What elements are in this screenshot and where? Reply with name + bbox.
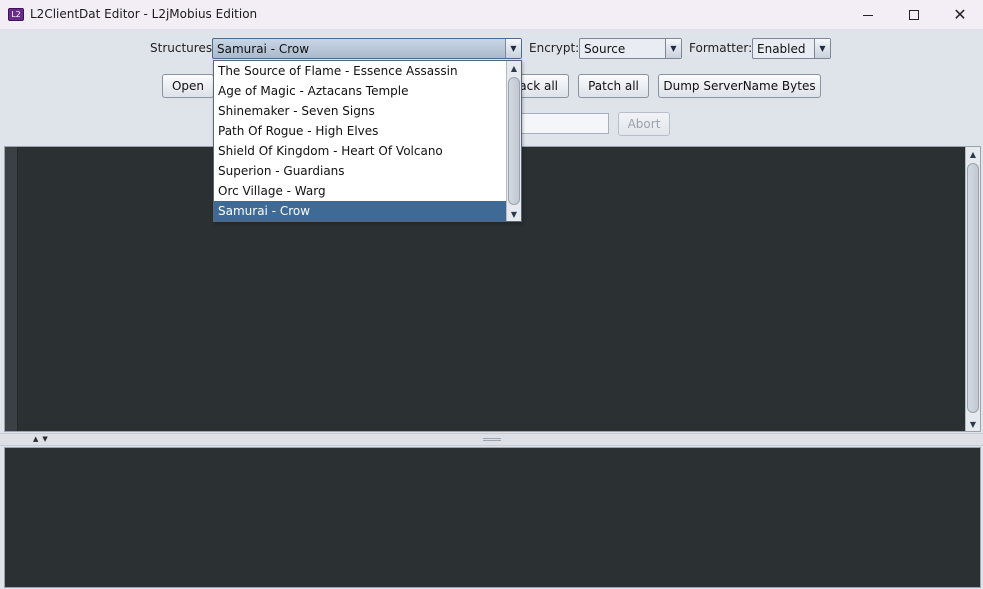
structures-label: Structures — [150, 41, 213, 55]
line-gutter — [5, 147, 18, 431]
maximize-icon — [909, 10, 919, 20]
dropdown-option[interactable]: Orc Village - Warg — [214, 181, 507, 201]
dropdown-scrollbar[interactable]: ▲ ▼ — [506, 61, 521, 221]
scroll-down-icon[interactable]: ▼ — [966, 417, 980, 431]
splitter-grip-icon[interactable] — [483, 438, 501, 441]
scroll-thumb[interactable] — [967, 163, 979, 413]
chevron-down-icon[interactable]: ▼ — [505, 39, 521, 58]
dropdown-option[interactable]: Path Of Rogue - High Elves — [214, 121, 507, 141]
maximize-button[interactable] — [891, 0, 937, 30]
splitter-arrows-icon[interactable]: ▲▼ — [33, 435, 52, 443]
encrypt-selected-value: Source — [584, 42, 626, 56]
dropdown-option[interactable]: Samurai - Crow — [214, 201, 507, 221]
formatter-select[interactable]: Enabled ▼ — [752, 38, 831, 59]
chevron-down-icon[interactable]: ▼ — [665, 39, 681, 58]
log-panel[interactable] — [4, 447, 981, 588]
formatter-label: Formatter: — [689, 41, 753, 55]
dropdown-option[interactable]: Superion - Guardians — [214, 161, 507, 181]
chevron-down-icon[interactable]: ▼ — [814, 39, 830, 58]
dropdown-option[interactable]: Shinemaker - Seven Signs — [214, 101, 507, 121]
scroll-up-icon[interactable]: ▲ — [507, 61, 521, 75]
scroll-down-icon[interactable]: ▼ — [507, 207, 521, 221]
scroll-thumb[interactable] — [508, 77, 520, 205]
scroll-up-icon[interactable]: ▲ — [966, 147, 980, 161]
structures-dropdown-list[interactable]: The Source of Flame - Essence Assassin Ag… — [213, 60, 522, 222]
encrypt-label: Encrypt: — [529, 41, 580, 55]
editor-vertical-scrollbar[interactable]: ▲ ▼ — [965, 147, 980, 431]
minimize-icon — [863, 14, 873, 16]
open-button[interactable]: Open — [162, 74, 214, 98]
dropdown-option[interactable]: Shield Of Kingdom - Heart Of Volcano — [214, 141, 507, 161]
encrypt-select[interactable]: Source ▼ — [579, 38, 682, 59]
formatter-selected-value: Enabled — [757, 42, 806, 56]
dropdown-option[interactable]: The Source of Flame - Essence Assassin — [214, 61, 507, 81]
abort-button[interactable]: Abort — [618, 112, 670, 136]
dropdown-option[interactable]: Age of Magic - Aztacans Temple — [214, 81, 507, 101]
window-title: L2ClientDat Editor - L2jMobius Edition — [30, 7, 258, 21]
structures-select[interactable]: Samurai - Crow ▼ — [212, 38, 522, 59]
minimize-button[interactable] — [845, 0, 891, 30]
close-button[interactable]: ✕ — [937, 0, 983, 30]
structures-options: The Source of Flame - Essence Assassin Ag… — [214, 61, 507, 221]
close-icon: ✕ — [953, 5, 967, 24]
structures-selected-value: Samurai - Crow — [217, 42, 310, 56]
title-bar: L2 L2ClientDat Editor - L2jMobius Editio… — [0, 0, 983, 30]
dump-servername-bytes-button[interactable]: Dump ServerName Bytes — [658, 74, 821, 98]
patch-all-button[interactable]: Patch all — [578, 74, 649, 98]
pane-splitter[interactable]: ▲▼ — [0, 433, 983, 446]
app-icon: L2 — [8, 8, 24, 21]
